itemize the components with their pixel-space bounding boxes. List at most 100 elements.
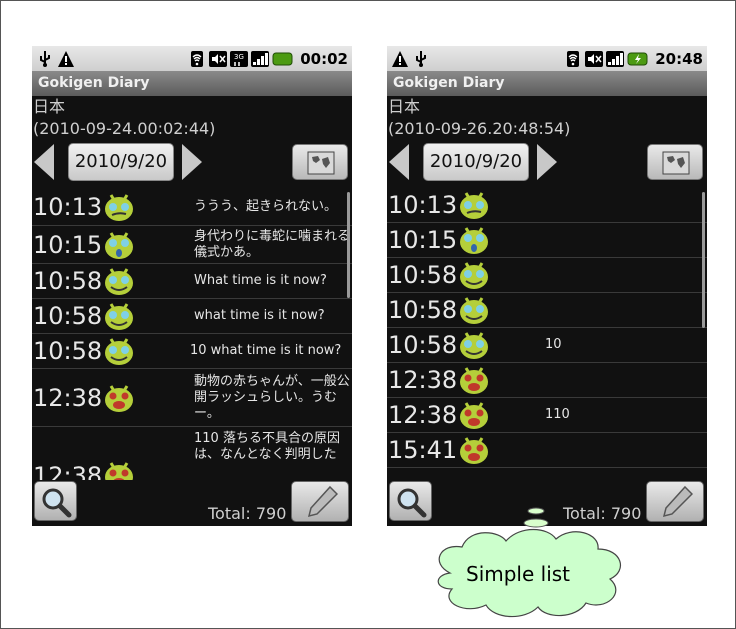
entry-time: 10:58	[33, 337, 103, 365]
location-block: 日本 (2010-09-26.20:48:54)	[387, 96, 707, 142]
entry-time: 12:38	[33, 462, 103, 480]
entry-time: 10:13	[388, 191, 458, 219]
map-button[interactable]	[292, 144, 348, 180]
scrollbar[interactable]	[702, 192, 705, 328]
list-item[interactable]: 10:58 10	[387, 328, 707, 363]
date-navigation: 2010/9/20	[32, 142, 352, 184]
usb-icon	[416, 50, 426, 67]
face-happy-icon	[460, 262, 488, 289]
new-entry-button[interactable]	[291, 481, 349, 522]
search-icon	[397, 488, 427, 518]
search-button[interactable]	[34, 481, 77, 521]
list-item[interactable]: 10:58 What time is it now?	[32, 264, 352, 299]
entry-text: 動物の赤ちゃんが、一般公開ラッシュらしい。うむー。	[194, 373, 350, 421]
warning-icon	[58, 50, 74, 67]
date-navigation: 2010/9/20	[387, 142, 707, 184]
warning-icon	[392, 50, 408, 67]
status-time: 20:48	[655, 49, 703, 68]
list-item[interactable]: 15:41	[387, 433, 707, 468]
pencil-icon	[307, 485, 338, 518]
wifi-icon	[191, 50, 204, 67]
previous-day-arrow-icon[interactable]	[34, 144, 54, 180]
face-angry-icon	[460, 402, 488, 429]
previous-day-arrow-icon[interactable]	[389, 144, 409, 180]
list-item[interactable]: 10:58 what time is it now?	[32, 299, 352, 334]
face-happy-icon	[460, 297, 488, 324]
entry-time: 10:58	[388, 296, 458, 324]
list-item[interactable]: 12:38	[387, 363, 707, 398]
entry-text: 110 落ちる不具合の原因は、なんとなく判明した	[194, 431, 340, 462]
location-name: 日本	[33, 97, 66, 116]
location-timestamp: (2010-09-26.20:48:54)	[388, 119, 571, 138]
list-item[interactable]: 10:13 ううう、起きられない。	[32, 188, 352, 226]
entry-time: 10:58	[388, 331, 458, 359]
location-timestamp: (2010-09-24.00:02:44)	[33, 119, 216, 138]
entry-text: 身代わりに毒蛇に噛まれる儀式かあ。	[194, 228, 351, 260]
face-happy-icon	[105, 338, 133, 365]
entry-text: ううう、起きられない。	[194, 198, 338, 214]
entry-time: 10:13	[33, 192, 103, 221]
face-angry-icon	[105, 462, 133, 480]
status-time: 00:02	[300, 49, 348, 68]
wifi-icon	[567, 50, 580, 67]
mute-icon	[585, 50, 604, 67]
location-name: 日本	[388, 97, 421, 116]
date-button[interactable]: 2010/9/20	[68, 143, 174, 181]
entry-text: 10 what time is it now?	[190, 343, 342, 358]
next-day-arrow-icon[interactable]	[182, 144, 202, 180]
bottom-bar: Total: 790	[32, 480, 352, 526]
face-happy-icon	[460, 332, 488, 359]
list-item[interactable]: 10:58	[387, 258, 707, 293]
entry-text: 10	[545, 337, 562, 352]
entry-time: 10:58	[388, 261, 458, 289]
date-button[interactable]: 2010/9/20	[423, 143, 529, 181]
signal-icon	[606, 50, 625, 67]
scrollbar[interactable]	[347, 192, 350, 298]
3g-icon: 3G	[230, 50, 249, 67]
face-angry-icon	[460, 367, 488, 394]
face-happy-icon	[105, 268, 133, 295]
list-item[interactable]: 10:13	[387, 188, 707, 223]
battery-charging-icon	[627, 52, 648, 65]
list-item[interactable]: 10:58	[387, 293, 707, 328]
diary-list[interactable]: 10:13 10:15 10:58 10:58 10:58 10 12:38 1…	[387, 188, 707, 480]
search-button[interactable]	[389, 481, 432, 521]
new-entry-button[interactable]	[646, 481, 704, 522]
mute-icon	[209, 50, 228, 67]
list-item[interactable]: 10:15 身代わりに毒蛇に噛まれる儀式かあ。	[32, 226, 352, 264]
list-item[interactable]: 12:38 動物の赤ちゃんが、一般公開ラッシュらしい。うむー。	[32, 369, 352, 427]
list-item[interactable]: 10:58 10 what time is it now?	[32, 334, 352, 369]
entry-time: 10:58	[33, 302, 103, 330]
total-count: Total: 790	[208, 504, 287, 523]
entry-text: what time is it now?	[194, 308, 325, 323]
app-title-bar: Gokigen Diary	[32, 71, 352, 96]
entry-time: 12:38	[388, 401, 458, 429]
signal-icon	[251, 50, 270, 67]
callout-label: Simple list	[466, 562, 571, 586]
entry-time: 12:38	[33, 383, 103, 412]
next-day-arrow-icon[interactable]	[537, 144, 557, 180]
face-worried-icon	[105, 193, 133, 221]
pencil-icon	[662, 485, 693, 518]
entry-time: 10:15	[388, 226, 458, 254]
map-icon	[662, 151, 690, 175]
map-icon	[307, 151, 335, 175]
entry-time: 10:58	[33, 267, 103, 295]
usb-icon	[40, 50, 50, 67]
list-item[interactable]: 12:38 110 落ちる不具合の原因は、なんとなく判明した	[32, 427, 352, 480]
list-item[interactable]: 10:15	[387, 223, 707, 258]
face-angry-icon	[460, 437, 488, 464]
entry-text: What time is it now?	[194, 273, 327, 288]
phone-screen-detailed-list: 3G 00:02 Gokigen Diary 日本 (2010-09-24.00…	[32, 46, 352, 526]
status-bar: 3G 00:02	[32, 46, 352, 71]
search-icon	[42, 488, 72, 518]
svg-text:3G: 3G	[234, 53, 244, 61]
entry-text: 110	[545, 407, 570, 422]
app-title-bar: Gokigen Diary	[387, 71, 707, 96]
face-happy-icon	[105, 303, 133, 330]
status-bar: 20:48	[387, 46, 707, 71]
diary-list[interactable]: 10:13 ううう、起きられない。 10:15 身代わりに毒蛇に噛まれる儀式かあ…	[32, 188, 352, 480]
entry-time: 12:38	[388, 366, 458, 394]
list-item[interactable]: 12:38 110	[387, 398, 707, 433]
map-button[interactable]	[647, 144, 703, 180]
